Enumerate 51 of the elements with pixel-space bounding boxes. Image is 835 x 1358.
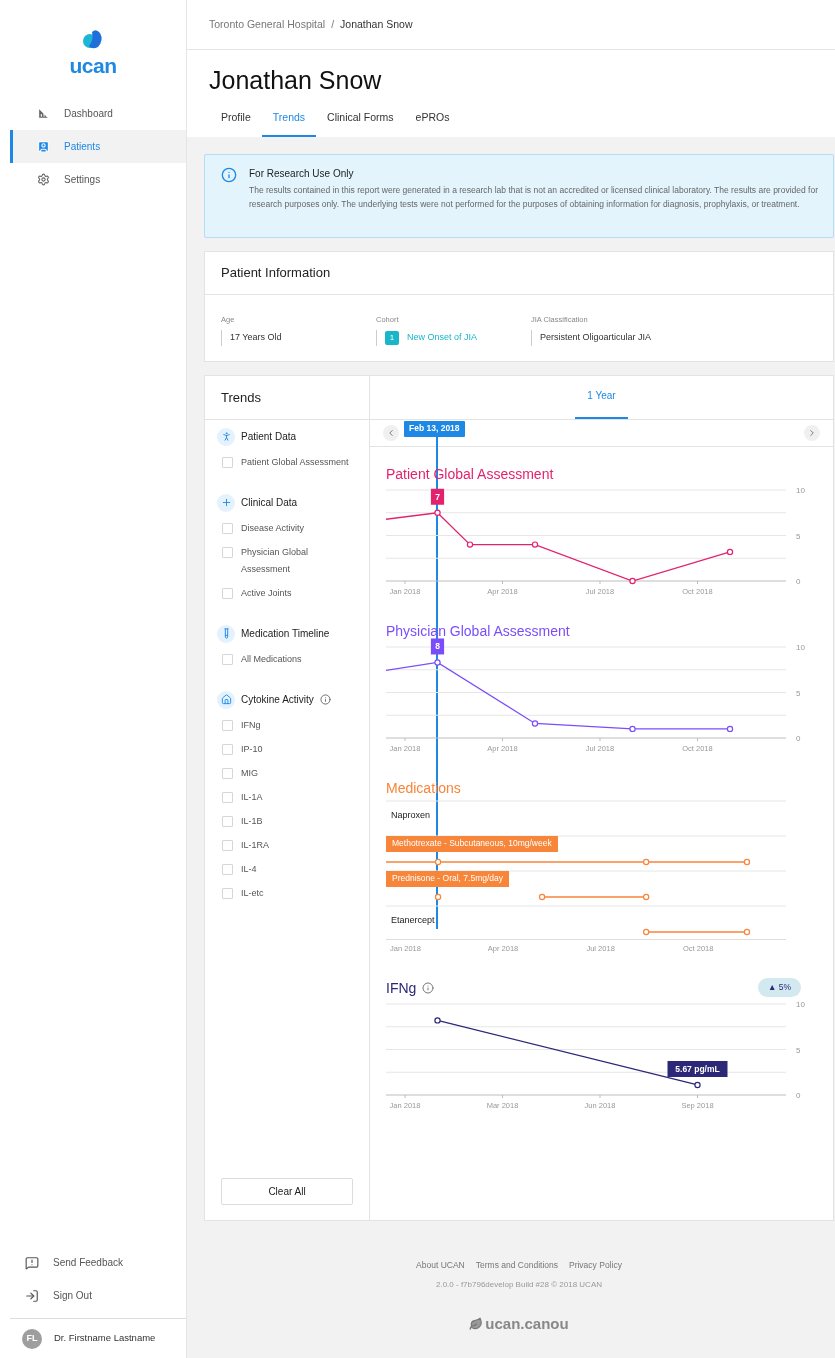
- option-label: MIG: [241, 766, 259, 780]
- value-tooltip: 5.67 pg/mL: [667, 1060, 728, 1077]
- axis-label: 5: [796, 688, 801, 698]
- option-label: Physician Global Assessment: [241, 545, 310, 576]
- breadcrumb-separator: /: [331, 16, 335, 32]
- date-cursor-label: Feb 13, 2018: [404, 420, 465, 437]
- option-label: IL-4: [241, 862, 258, 876]
- option-label: IL-1B: [241, 814, 264, 828]
- axis-label: 0: [796, 733, 801, 743]
- medication-name: Naproxen: [391, 810, 431, 820]
- medication-name: Etanercept: [391, 915, 435, 925]
- axis-label: 0: [796, 576, 801, 586]
- axis-label: 10: [796, 485, 805, 495]
- cohort-badge: 1: [385, 331, 399, 345]
- card-title: Patient Information: [221, 264, 331, 282]
- footer-logo: ucan.canou: [485, 1313, 569, 1334]
- option-label: IL-etc: [241, 886, 265, 900]
- axis-label: 0: [796, 1090, 801, 1100]
- option-label: Active Joints: [241, 586, 293, 600]
- logo-text: ucan: [69, 55, 117, 76]
- option-label: Disease Activity: [241, 521, 306, 535]
- annotation: 5.67 pg/mL: [675, 1063, 720, 1074]
- breadcrumb-current: Jonathan Snow: [340, 16, 413, 32]
- annotation: 8: [435, 641, 441, 652]
- chart-title: IFNg: [386, 980, 417, 995]
- option-label: IFNg: [241, 718, 262, 732]
- option-label: All Medications: [241, 652, 303, 666]
- annotation: 7: [435, 491, 441, 502]
- change-badge: ▲ 5%: [757, 978, 801, 998]
- field-value: 17 Years Old: [230, 331, 282, 345]
- version-text: 2.0.0 - f7b796develop Build #28 © 2018 UCAN: [436, 1278, 602, 1291]
- notice-text: The results contained in this report were generated in a research lab that is not an accredited or licensed clinical laboratory. The results are provided for research purposes only. The underlying tests were not performed for the purposes of obtaining information for diagnosis, prophylaxis, or treatment.: [249, 183, 820, 211]
- panel-title: Trends: [221, 388, 261, 407]
- axis-label: 10: [796, 999, 805, 1009]
- option-label: IL-1A: [241, 790, 264, 804]
- option-label: Patient Global Assessment: [241, 455, 350, 469]
- axis-label: 10: [796, 642, 805, 652]
- group-title: Cytokine Activity: [241, 693, 314, 708]
- axis-label: 5: [796, 1045, 801, 1055]
- option-label: IP-10: [241, 742, 264, 756]
- notice-title: For Research Use Only: [249, 166, 355, 181]
- option-label: IL-1RA: [241, 838, 270, 852]
- user-avatar: FL: [22, 1328, 42, 1349]
- group-title: Medication Timeline: [241, 627, 330, 642]
- value-tooltip: 8: [430, 638, 445, 655]
- value-tooltip: 7: [430, 488, 445, 505]
- group-title: Clinical Data: [241, 496, 298, 511]
- axis-label: 5: [796, 531, 801, 541]
- group-title: Patient Data: [241, 430, 297, 445]
- field-value: Persistent Oligoarticular JIA: [540, 331, 652, 345]
- page-title: Jonathan Snow: [209, 65, 383, 95]
